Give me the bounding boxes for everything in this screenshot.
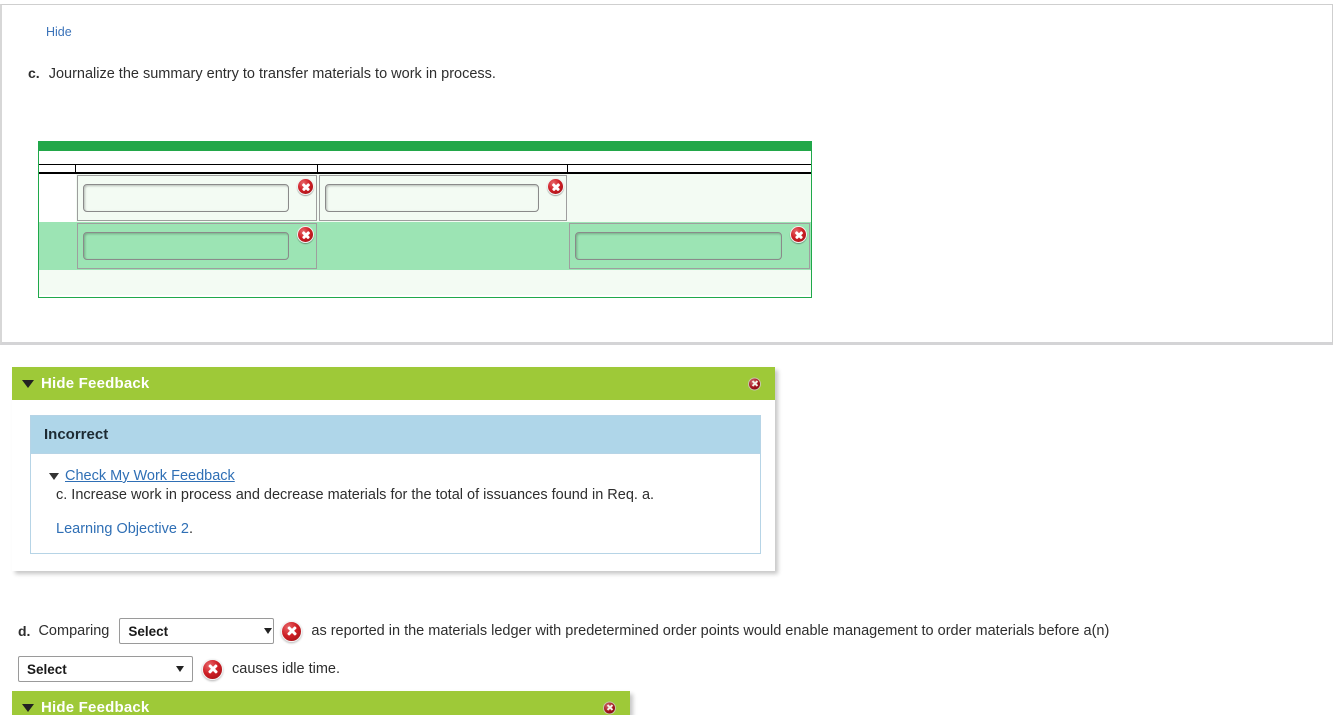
feedback-title: Hide Feedback — [41, 375, 150, 392]
close-icon[interactable] — [748, 377, 761, 390]
description-input-wrap-row1 — [77, 175, 317, 221]
feedback-content: Check My Work Feedback c. Increase work … — [31, 454, 760, 553]
error-icon[interactable] — [297, 226, 314, 243]
debit-input-row1[interactable] — [325, 184, 539, 212]
cell-debit-row2 — [318, 222, 568, 270]
table-column-header-row — [39, 165, 811, 174]
credit-input-row2[interactable] — [575, 232, 782, 260]
cell-credit-row2 — [568, 222, 811, 270]
error-icon[interactable] — [202, 658, 223, 680]
learning-objective-suffix: . — [189, 521, 194, 537]
status-badge: Incorrect — [31, 416, 760, 454]
chevron-down-icon[interactable] — [22, 379, 34, 388]
select-input-1[interactable]: Select — [119, 618, 275, 644]
feedback-text: c. Increase work in process and decrease… — [56, 487, 655, 503]
learning-objective-line: Learning Objective 2. — [56, 521, 744, 537]
requirement-d-text-after-2: causes idle time. — [232, 661, 340, 677]
table-row — [39, 174, 811, 222]
debit-empty-row2 — [319, 223, 567, 269]
select-2-wrapper: Select — [18, 656, 193, 682]
feedback-panel: Hide Feedback Incorrect Check My Work Fe… — [12, 367, 775, 571]
requirement-c-letter: c. — [28, 65, 40, 81]
feedback-inner-box: Incorrect Check My Work Feedback c. Incr… — [30, 415, 761, 554]
close-icon[interactable] — [603, 701, 616, 714]
requirement-d-line-1: d. Comparing Select as reported in the m… — [18, 618, 1318, 644]
learning-objective-link[interactable]: Learning Objective 2 — [56, 521, 189, 537]
requirement-d-line-2: Select causes idle time. — [0, 656, 1318, 682]
requirement-d-text-after-1: as reported in the materials ledger with… — [311, 623, 1110, 639]
select-input-2[interactable]: Select — [18, 656, 193, 682]
date-empty-row2 — [40, 223, 75, 269]
requirement-d-text-before: Comparing — [38, 623, 110, 639]
description-input-row1[interactable] — [83, 184, 289, 212]
check-my-work-row[interactable]: Check My Work Feedback — [49, 468, 744, 484]
requirement-c-text: Journalize the summary entry to transfer… — [48, 66, 496, 82]
cell-date-row2 — [39, 222, 76, 270]
table-green-header-bar — [39, 142, 811, 151]
requirement-d-letter: d. — [18, 623, 31, 639]
column-header-date — [39, 165, 76, 172]
credit-empty-row1 — [569, 175, 810, 221]
table-row — [39, 222, 811, 270]
error-icon[interactable] — [281, 620, 303, 642]
date-empty-row1 — [40, 175, 75, 221]
chevron-down-icon[interactable] — [22, 703, 34, 712]
feedback-header-2[interactable]: Hide Feedback — [12, 691, 630, 715]
requirement-c: c. Journalize the summary entry to trans… — [28, 65, 496, 82]
column-header-debit — [318, 165, 568, 172]
question-panel: Hide c. Journalize the summary entry to … — [0, 4, 1333, 345]
cell-description-row1 — [76, 174, 318, 222]
table-blank-row — [39, 270, 811, 295]
description-input-row2[interactable] — [83, 232, 289, 260]
error-icon[interactable] — [547, 178, 564, 195]
table-title-row — [39, 151, 811, 165]
journal-entry-table — [38, 141, 812, 298]
cell-debit-row1 — [318, 174, 568, 222]
column-header-description — [76, 165, 318, 172]
credit-input-wrap-row2 — [569, 223, 810, 269]
error-icon[interactable] — [790, 226, 807, 243]
feedback-body: Incorrect Check My Work Feedback c. Incr… — [12, 400, 775, 571]
cell-description-row2 — [76, 222, 318, 270]
column-header-credit — [568, 165, 811, 172]
feedback-header[interactable]: Hide Feedback — [12, 367, 775, 400]
feedback-title-2: Hide Feedback — [41, 699, 150, 715]
hide-link[interactable]: Hide — [46, 25, 72, 39]
select-1-wrapper: Select — [109, 618, 281, 644]
description-input-wrap-row2 — [77, 223, 317, 269]
requirement-d: d. Comparing Select as reported in the m… — [18, 618, 1318, 682]
error-icon[interactable] — [297, 178, 314, 195]
chevron-down-icon[interactable] — [49, 472, 59, 480]
check-my-work-link[interactable]: Check My Work Feedback — [65, 468, 235, 484]
debit-input-wrap-row1 — [319, 175, 567, 221]
cell-date-row1 — [39, 174, 76, 222]
cell-credit-row1 — [568, 174, 811, 222]
feedback-panel-2: Hide Feedback — [12, 691, 630, 715]
